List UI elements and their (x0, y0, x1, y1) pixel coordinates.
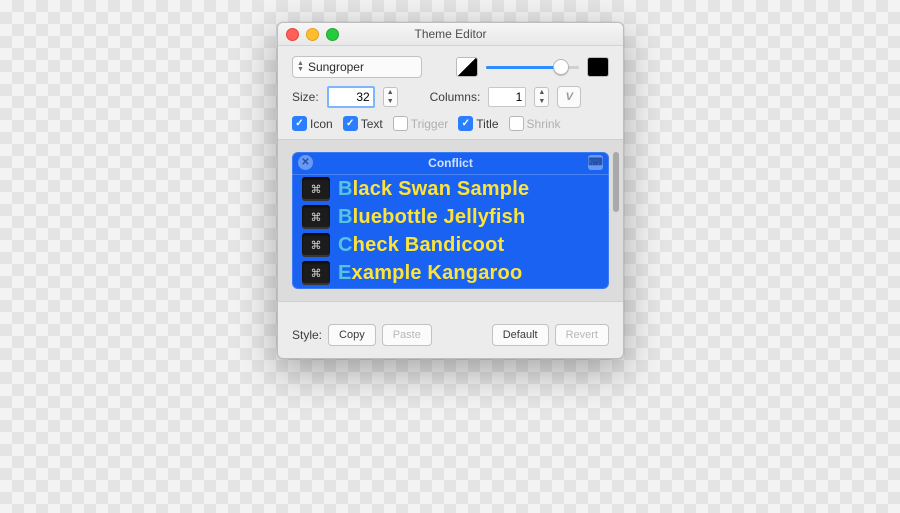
command-key-icon: ⌘ (302, 205, 330, 229)
theme-select-value: Sungroper (308, 60, 364, 74)
list-item[interactable]: ⌘ Example Kangaroo (292, 259, 609, 287)
paste-button[interactable]: Paste (382, 324, 432, 346)
title-checkbox[interactable]: Title (458, 116, 498, 131)
stepper-icon: ▲▼ (297, 61, 304, 73)
text-checkbox[interactable]: Text (343, 116, 383, 131)
minimize-window-button[interactable] (306, 28, 319, 41)
columns-stepper[interactable]: ▲▼ (534, 87, 549, 107)
traffic-lights (286, 28, 339, 41)
list-item[interactable]: ⌘ Black Swan Sample (292, 175, 609, 203)
window-title: Theme Editor (414, 27, 486, 41)
preview-title: Conflict (428, 156, 473, 170)
command-key-icon: ⌘ (302, 177, 330, 201)
size-stepper[interactable]: ▲▼ (383, 87, 398, 107)
size-input[interactable] (327, 86, 375, 108)
contrast-slider[interactable] (486, 58, 579, 76)
list-item-label: Example Kangaroo (338, 262, 522, 285)
scrollbar-thumb[interactable] (613, 152, 619, 212)
titlebar[interactable]: Theme Editor (278, 23, 623, 46)
close-window-button[interactable] (286, 28, 299, 41)
default-button[interactable]: Default (492, 324, 549, 346)
preview-panel: ✕ Conflict ⌨ ⌘ Black Swan Sample ⌘ Bluebott… (292, 152, 609, 289)
list-item[interactable]: ⌘ Bluebottle Jellyfish (292, 203, 609, 231)
shrink-checkbox[interactable]: Shrink (509, 116, 561, 131)
revert-button[interactable]: Revert (555, 324, 609, 346)
layout-button[interactable]: V (557, 86, 581, 108)
zoom-window-button[interactable] (326, 28, 339, 41)
theme-select[interactable]: ▲▼ Sungroper (292, 56, 422, 78)
command-key-icon: ⌘ (302, 233, 330, 257)
background-color-swatch[interactable] (587, 57, 609, 77)
close-icon[interactable]: ✕ (298, 155, 313, 170)
command-key-icon: ⌘ (302, 261, 330, 285)
foreground-color-swatch[interactable] (456, 57, 478, 77)
slider-thumb[interactable] (553, 59, 569, 75)
columns-input[interactable] (488, 87, 526, 107)
style-label: Style: (292, 328, 322, 342)
list-item-label: Check Bandicoot (338, 234, 504, 257)
list-item[interactable]: ⌘ Check Bandicoot (292, 231, 609, 259)
theme-editor-window: Theme Editor ▲▼ Sungroper Size: ▲▼ Colum… (277, 22, 624, 359)
icon-checkbox[interactable]: Icon (292, 116, 333, 131)
layout-icon: V (566, 91, 573, 103)
copy-button[interactable]: Copy (328, 324, 376, 346)
size-label: Size: (292, 90, 319, 104)
columns-label: Columns: (430, 90, 481, 104)
preview-area: ✕ Conflict ⌨ ⌘ Black Swan Sample ⌘ Bluebott… (278, 139, 623, 302)
trigger-checkbox[interactable]: Trigger (393, 116, 449, 131)
keyboard-icon[interactable]: ⌨ (588, 155, 603, 170)
list-item-label: Black Swan Sample (338, 178, 529, 201)
list-item-label: Bluebottle Jellyfish (338, 206, 525, 229)
